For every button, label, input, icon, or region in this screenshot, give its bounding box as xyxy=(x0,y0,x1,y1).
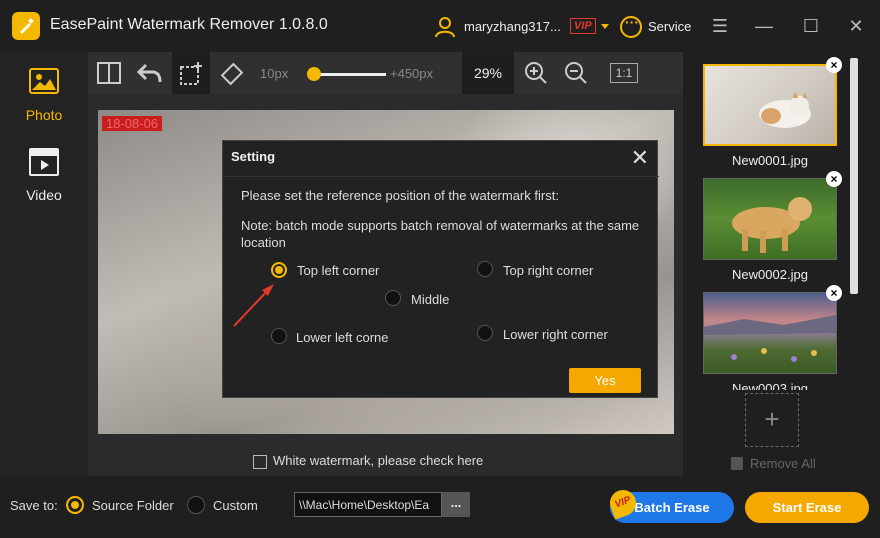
user-icon[interactable] xyxy=(435,16,455,38)
custom-label: Custom xyxy=(213,498,258,513)
photo-icon xyxy=(29,68,59,94)
sidebar-item-label: Video xyxy=(26,187,62,203)
service-link[interactable]: Service xyxy=(648,19,691,34)
setting-dialog: Setting ✕ Please set the reference posit… xyxy=(222,140,659,398)
app-logo-icon xyxy=(12,12,40,40)
save-path-input[interactable]: \\Mac\Home\Desktop\Ea xyxy=(294,492,442,517)
actual-size-button[interactable]: 1:1 xyxy=(610,63,638,83)
selection-tool-icon[interactable] xyxy=(172,52,210,94)
radio-top-right[interactable] xyxy=(477,261,493,277)
dialog-close-icon[interactable]: ✕ xyxy=(631,145,649,171)
sidebar-item-photo[interactable]: Photo xyxy=(0,52,88,132)
undo-icon[interactable] xyxy=(136,60,162,86)
white-watermark-label: White watermark, please check here xyxy=(273,453,484,468)
service-chat-icon[interactable] xyxy=(620,14,642,38)
chevron-down-icon[interactable] xyxy=(601,24,609,29)
brush-size-slider[interactable] xyxy=(310,73,386,76)
radio-source-folder[interactable] xyxy=(66,496,84,514)
brush-size-min: 10px xyxy=(260,66,289,81)
radio-lower-left[interactable] xyxy=(271,328,287,344)
thumbnail-name: New0001.jpg xyxy=(732,153,808,168)
dialog-prompt: Please set the reference position of the… xyxy=(241,188,559,203)
radio-middle[interactable] xyxy=(385,290,401,306)
eraser-icon[interactable] xyxy=(220,60,246,86)
bottom-bar: Save to: Source Folder Custom \\Mac\Home… xyxy=(0,476,880,538)
dialog-title: Setting xyxy=(231,149,276,164)
zoom-in-icon[interactable] xyxy=(523,60,549,86)
thumbnail-new0001[interactable] xyxy=(703,64,837,146)
dialog-note: Note: batch mode supports batch removal … xyxy=(241,218,640,250)
dialog-divider xyxy=(223,176,659,177)
remove-thumbnail-icon[interactable]: × xyxy=(826,171,842,187)
radio-top-left[interactable] xyxy=(271,262,287,278)
radio-lower-right[interactable] xyxy=(477,325,493,341)
brush-size-slider-handle[interactable] xyxy=(306,67,321,81)
title-bar: EasePaint Watermark Remover 1.0.8.0 mary… xyxy=(0,0,880,52)
radio-lower-left-label: Lower left corne xyxy=(296,330,389,345)
thumbnail-new0003[interactable] xyxy=(703,292,837,374)
zoom-out-icon[interactable] xyxy=(563,60,589,86)
thumbnail-new0002[interactable] xyxy=(703,178,837,260)
sidebar: Photo Video xyxy=(0,52,88,476)
zoom-level: 29% xyxy=(462,52,514,94)
thumbnail-name: New0003.jpg xyxy=(732,381,808,390)
app-title: EasePaint Watermark Remover 1.0.8.0 xyxy=(50,16,328,33)
add-image-button[interactable]: + xyxy=(745,393,799,447)
start-erase-button[interactable]: Start Erase xyxy=(745,492,869,523)
sidebar-item-label: Photo xyxy=(25,107,63,123)
minimize-icon[interactable]: — xyxy=(752,14,776,38)
username-label[interactable]: maryzhang317... xyxy=(464,19,561,34)
trash-icon[interactable] xyxy=(731,457,743,470)
radio-lower-right-label: Lower right corner xyxy=(503,327,608,342)
save-to-label: Save to: xyxy=(10,498,58,513)
browse-button[interactable]: ... xyxy=(442,492,470,517)
toolbar: 10px +450px 29% 1:1 xyxy=(88,52,683,94)
compare-view-icon[interactable] xyxy=(96,60,122,86)
watermark-date: 18-08-06 xyxy=(102,116,163,131)
thumbnail-name: New0002.jpg xyxy=(732,267,808,282)
radio-custom[interactable] xyxy=(187,496,205,514)
vip-badge: VIP xyxy=(570,18,596,34)
annotation-arrow-icon xyxy=(233,284,274,327)
menu-icon[interactable]: ☰ xyxy=(708,14,732,38)
thumbnail-scrollbar[interactable] xyxy=(850,58,858,294)
remove-all-button[interactable]: Remove All xyxy=(750,456,816,471)
remove-thumbnail-icon[interactable]: × xyxy=(826,57,842,73)
yes-button[interactable]: Yes xyxy=(569,368,641,393)
video-icon xyxy=(29,148,59,176)
remove-thumbnail-icon[interactable]: × xyxy=(826,285,842,301)
close-window-icon[interactable]: ✕ xyxy=(844,14,868,38)
radio-top-right-label: Top right corner xyxy=(503,263,594,278)
brush-size-max: +450px xyxy=(390,66,434,81)
white-watermark-checkbox[interactable] xyxy=(253,455,267,469)
source-folder-label: Source Folder xyxy=(92,498,174,513)
radio-middle-label: Middle xyxy=(411,292,450,307)
maximize-icon[interactable]: ☐ xyxy=(799,14,823,38)
radio-top-left-label: Top left corner xyxy=(297,263,380,278)
sidebar-item-video[interactable]: Video xyxy=(0,132,88,212)
thumbnail-panel: × New0001.jpg × New0002.jpg × New0003.jp… xyxy=(683,52,880,476)
